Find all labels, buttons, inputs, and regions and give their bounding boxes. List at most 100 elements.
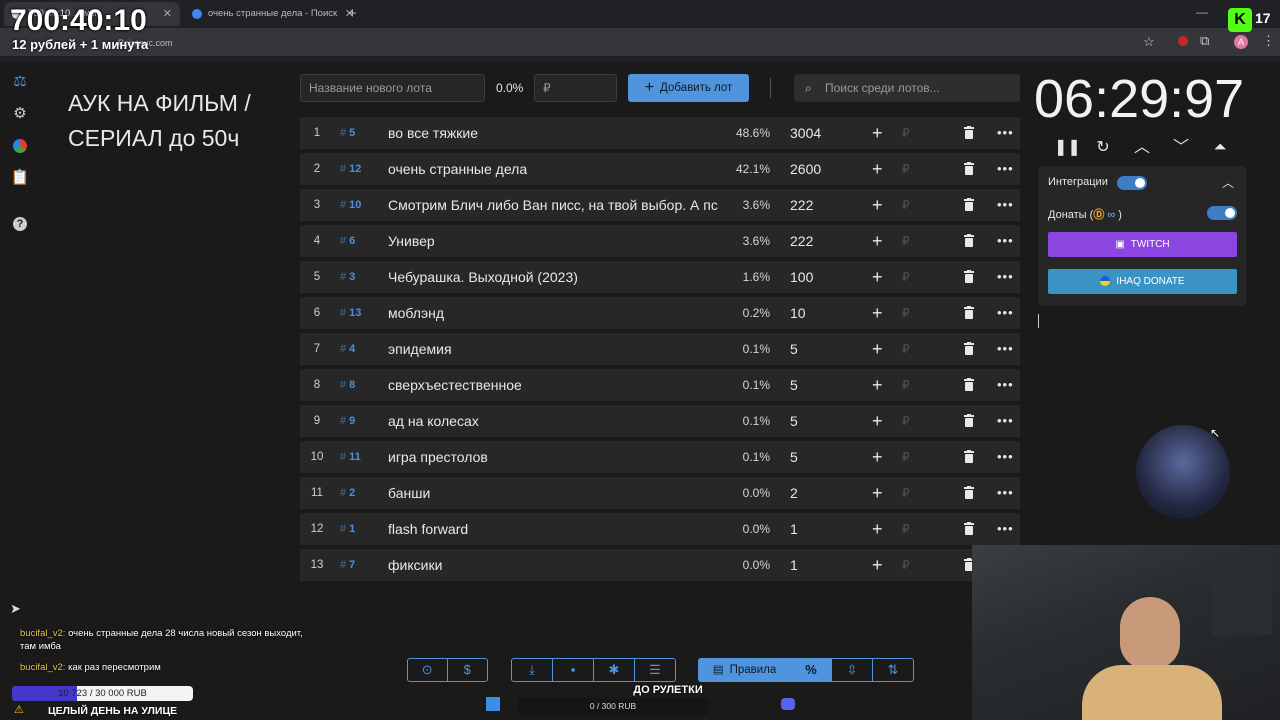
- trash-icon[interactable]: [964, 486, 974, 499]
- chevron-down-icon[interactable]: ﹀: [1171, 138, 1191, 158]
- more-options-icon[interactable]: •••: [997, 405, 1014, 437]
- save-icon[interactable]: ▪: [553, 659, 594, 681]
- lot-amount[interactable]: 2600: [790, 153, 821, 185]
- windows-start-icon[interactable]: [486, 697, 500, 711]
- download-icon[interactable]: ⤓: [512, 659, 553, 681]
- ruble-icon[interactable]: ₽: [902, 369, 910, 401]
- discord-icon[interactable]: [781, 698, 795, 710]
- trash-icon[interactable]: [964, 162, 974, 175]
- trash-icon[interactable]: [964, 126, 974, 139]
- extensions-puzzle-icon[interactable]: ⧉: [1200, 33, 1209, 49]
- bug-icon[interactable]: ✱: [594, 659, 635, 681]
- browser-tab-search[interactable]: очень странные дела - Поиск ✕: [184, 2, 362, 26]
- lot-amount[interactable]: 222: [790, 189, 813, 221]
- ruble-icon[interactable]: ₽: [902, 513, 910, 545]
- lot-amount[interactable]: 5: [790, 441, 798, 473]
- ruble-icon[interactable]: ₽: [902, 477, 910, 509]
- lot-amount[interactable]: 222: [790, 225, 813, 257]
- close-tab-icon[interactable]: ✕: [163, 2, 172, 26]
- lot-name[interactable]: flash forward: [388, 513, 722, 545]
- gavel-icon[interactable]: ⚖: [10, 72, 30, 92]
- percent-toggle-button[interactable]: %: [791, 659, 832, 681]
- donations-toggle[interactable]: [1207, 206, 1237, 220]
- trash-icon[interactable]: [964, 234, 974, 247]
- lot-name[interactable]: сверхъестественное: [388, 369, 722, 401]
- gear-icon[interactable]: ⚙: [10, 104, 30, 124]
- trash-icon[interactable]: [964, 450, 974, 463]
- pie-chart-icon[interactable]: [10, 136, 30, 156]
- integrations-toggle[interactable]: [1117, 176, 1147, 190]
- lot-amount[interactable]: 3004: [790, 117, 821, 149]
- more-options-icon[interactable]: •••: [997, 333, 1014, 365]
- add-amount-icon[interactable]: +: [872, 225, 883, 257]
- ruble-icon[interactable]: ₽: [902, 333, 910, 365]
- lot-amount[interactable]: 2: [790, 477, 798, 509]
- add-amount-icon[interactable]: +: [872, 153, 883, 185]
- minimize-icon[interactable]: —: [1196, 5, 1208, 19]
- add-amount-icon[interactable]: +: [872, 261, 883, 293]
- extension-icon[interactable]: [1178, 36, 1188, 46]
- lot-name[interactable]: банши: [388, 477, 722, 509]
- trash-icon[interactable]: [964, 522, 974, 535]
- ruble-icon[interactable]: ₽: [902, 405, 910, 437]
- lot-name[interactable]: эпидемия: [388, 333, 722, 365]
- chevron-up-icon[interactable]: ︿: [1132, 138, 1152, 158]
- add-amount-icon[interactable]: +: [872, 441, 883, 473]
- add-amount-icon[interactable]: +: [872, 189, 883, 221]
- github-icon[interactable]: ⊙: [408, 659, 448, 681]
- trash-icon[interactable]: [964, 198, 974, 211]
- new-lot-amount-input[interactable]: ₽: [534, 74, 617, 102]
- lot-amount[interactable]: 1: [790, 513, 798, 545]
- add-lot-button[interactable]: + Добавить лот: [628, 74, 749, 102]
- ruble-icon[interactable]: ₽: [902, 441, 910, 473]
- more-options-icon[interactable]: •••: [997, 369, 1014, 401]
- add-amount-icon[interactable]: +: [872, 405, 883, 437]
- lot-amount[interactable]: 5: [790, 369, 798, 401]
- collapse-chevron-icon[interactable]: ︿: [1222, 174, 1234, 191]
- ruble-icon[interactable]: ₽: [902, 153, 910, 185]
- pause-icon[interactable]: ❚❚: [1054, 138, 1081, 158]
- dollar-icon[interactable]: $: [448, 659, 488, 681]
- more-options-icon[interactable]: •••: [997, 153, 1014, 185]
- lot-name[interactable]: фиксики: [388, 549, 722, 581]
- browser-menu-icon[interactable]: ⋮: [1262, 33, 1275, 49]
- more-options-icon[interactable]: •••: [997, 513, 1014, 545]
- sort-icon[interactable]: ⇅: [873, 659, 913, 681]
- lot-name[interactable]: очень странные дела: [388, 153, 722, 185]
- more-options-icon[interactable]: •••: [997, 441, 1014, 473]
- trash-icon[interactable]: [964, 414, 974, 427]
- lot-name[interactable]: игра престолов: [388, 441, 722, 473]
- compress-icon[interactable]: ⇳: [832, 659, 873, 681]
- more-options-icon[interactable]: •••: [997, 117, 1014, 149]
- reset-icon[interactable]: ↻: [1093, 138, 1113, 158]
- twitch-integration-button[interactable]: ▣ TWITCH: [1048, 232, 1237, 257]
- rules-button[interactable]: ▤ Правила: [699, 659, 791, 681]
- bookmark-star-icon[interactable]: ☆: [1143, 34, 1155, 50]
- ruble-icon[interactable]: ₽: [902, 117, 910, 149]
- lot-search-input[interactable]: ⌕ Поиск среди лотов...: [794, 74, 1020, 102]
- new-lot-name-input[interactable]: Название нового лота: [300, 74, 485, 102]
- more-options-icon[interactable]: •••: [997, 477, 1014, 509]
- lot-amount[interactable]: 10: [790, 297, 806, 329]
- lot-name[interactable]: ад на колесах: [388, 405, 722, 437]
- more-options-icon[interactable]: •••: [997, 261, 1014, 293]
- new-tab-icon[interactable]: +: [348, 5, 357, 22]
- ruble-icon[interactable]: ₽: [902, 225, 910, 257]
- add-amount-icon[interactable]: +: [872, 297, 883, 329]
- add-amount-icon[interactable]: +: [872, 333, 883, 365]
- lot-amount[interactable]: 100: [790, 261, 813, 293]
- lot-amount[interactable]: 5: [790, 405, 798, 437]
- double-chevron-up-icon[interactable]: ⏶: [1210, 138, 1230, 158]
- add-amount-icon[interactable]: +: [872, 549, 883, 581]
- ruble-icon[interactable]: ₽: [902, 189, 910, 221]
- lot-name[interactable]: Смотрим Блич либо Ван писс, на твой выбо…: [388, 189, 722, 221]
- trash-icon[interactable]: [964, 342, 974, 355]
- lot-name[interactable]: моблэнд: [388, 297, 722, 329]
- clear-all-icon[interactable]: ☰: [635, 659, 675, 681]
- ruble-icon[interactable]: ₽: [902, 297, 910, 329]
- more-options-icon[interactable]: •••: [997, 225, 1014, 257]
- add-amount-icon[interactable]: +: [872, 369, 883, 401]
- add-amount-icon[interactable]: +: [872, 513, 883, 545]
- lot-amount[interactable]: 1: [790, 549, 798, 581]
- ruble-icon[interactable]: ₽: [902, 261, 910, 293]
